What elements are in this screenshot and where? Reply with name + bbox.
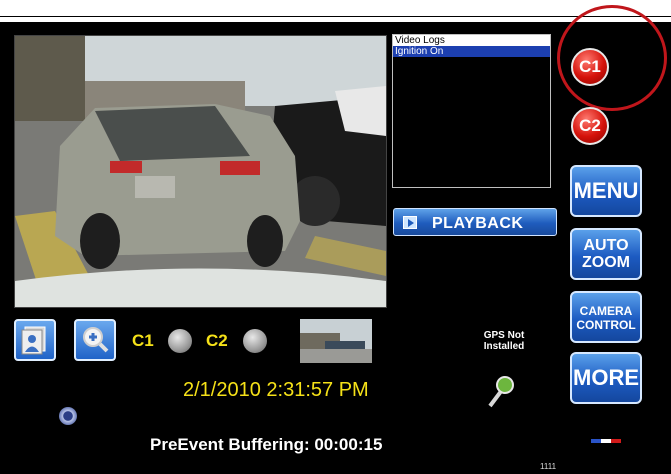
zoom-in-icon — [83, 327, 109, 353]
flag-icon — [591, 439, 621, 443]
auto-zoom-label-line2: ZOOM — [582, 254, 630, 271]
zoom-button[interactable] — [74, 319, 116, 361]
camera-2-thumbnail[interactable] — [300, 319, 372, 363]
datetime-display: 2/1/2010 2:31:57 PM — [183, 379, 369, 401]
camera-frame-image — [15, 36, 386, 307]
playback-button[interactable]: PLAYBACK — [393, 208, 557, 236]
camera-control-label-line2: CONTROL — [576, 318, 636, 332]
gps-status: GPS Not Installed — [468, 330, 540, 352]
menu-label: MENU — [573, 178, 639, 203]
camera-control-button[interactable]: CAMERA CONTROL — [570, 291, 642, 343]
c1-indicator[interactable] — [168, 329, 192, 353]
microphone-icon[interactable] — [486, 374, 514, 410]
top-divider — [0, 16, 671, 17]
video-log-header: Video Logs — [393, 35, 550, 46]
menu-button[interactable]: MENU — [570, 165, 642, 217]
camera-control-label-line1: CAMERA — [579, 304, 633, 318]
snapshot-button[interactable] — [14, 319, 56, 361]
c2-indicator[interactable] — [243, 329, 267, 353]
camera-2-label: C2 — [579, 116, 601, 135]
record-status-icon — [59, 407, 77, 425]
photo-album-icon — [21, 326, 46, 355]
playback-label: PLAYBACK — [432, 215, 524, 232]
camera-live-view[interactable] — [14, 35, 387, 308]
auto-zoom-label-line1: AUTO — [583, 237, 629, 254]
video-log-panel[interactable]: Video Logs Ignition On — [392, 34, 551, 188]
camera-1-label: C1 — [579, 57, 601, 76]
preevent-buffer-status: PreEvent Buffering: 00:00:15 — [150, 435, 383, 454]
more-button[interactable]: MORE — [570, 352, 642, 404]
video-log-item[interactable]: Ignition On — [393, 46, 550, 57]
gps-status-line2: Installed — [483, 341, 525, 352]
camera-1-button[interactable]: C1 — [571, 48, 609, 86]
play-icon — [403, 216, 417, 229]
gps-status-line1: GPS Not — [483, 330, 525, 341]
c2-label: C2 — [206, 331, 228, 350]
c1-label: C1 — [132, 331, 154, 350]
frame-counter: 1111 — [540, 462, 557, 471]
thumbnail-image — [300, 319, 372, 363]
auto-zoom-button[interactable]: AUTO ZOOM — [570, 228, 642, 280]
more-label: MORE — [573, 365, 639, 390]
camera-2-button[interactable]: C2 — [571, 107, 609, 145]
